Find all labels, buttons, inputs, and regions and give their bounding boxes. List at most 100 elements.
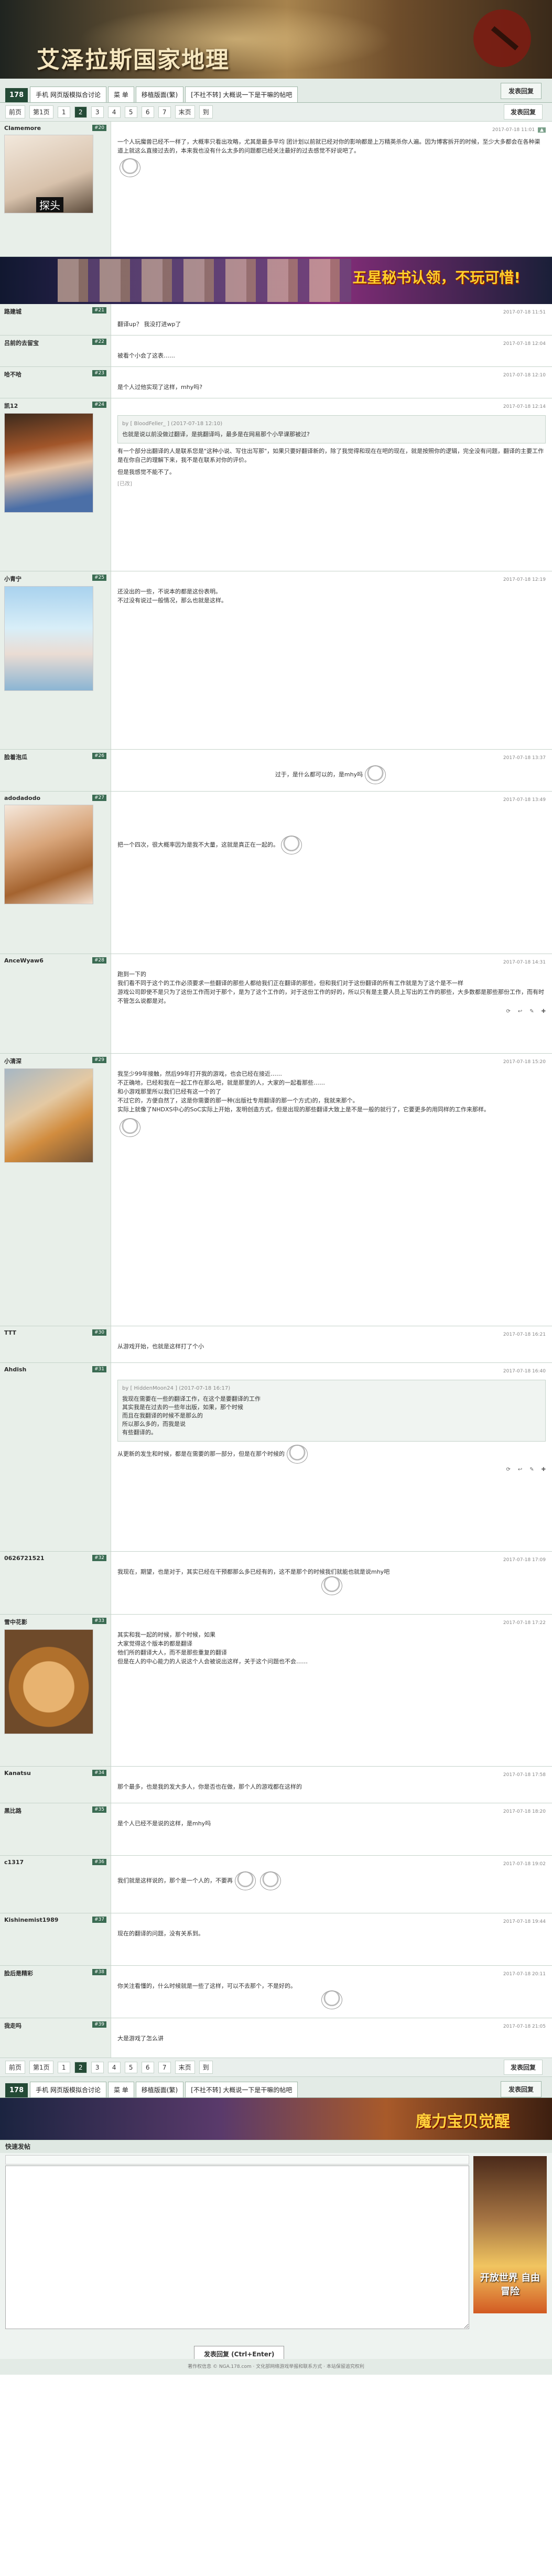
action-icon[interactable]: ↩ [518, 1009, 522, 1014]
username[interactable]: 哈不哈 [4, 370, 106, 378]
pager-item-current[interactable]: 2 [74, 2061, 87, 2073]
pager-item[interactable]: 6 [141, 2061, 154, 2073]
pager-item-current[interactable]: 2 [74, 106, 87, 118]
floor-badge[interactable]: #34 [92, 1770, 106, 1776]
floor-badge[interactable]: #24 [92, 402, 106, 408]
ad-banner-bottom[interactable]: 魔力宝贝觉醒 [0, 2098, 552, 2140]
nav-tab-0[interactable]: 手机 网页版模拟合讨论 [30, 86, 106, 102]
post-row: c1317 #36 2017-07-18 19:02 我们就是这样说的，那个是一个人… [0, 1856, 552, 1913]
floor-badge[interactable]: #36 [92, 1859, 106, 1865]
pager-item[interactable]: 第1页 [29, 2061, 53, 2074]
pager-item[interactable]: 第1页 [29, 105, 53, 118]
pager-item[interactable]: 到 [199, 2061, 213, 2074]
username[interactable]: 小清深 [4, 1057, 106, 1065]
post-text-inner: 从更新的发生和时候，都是在需要的那一部分，但是在那个时候的 [117, 1451, 285, 1457]
floor-badge[interactable]: #31 [92, 1366, 106, 1372]
post-header: 2017-07-18 11:01 ▲ [117, 126, 546, 134]
username[interactable]: 凯12 [4, 402, 106, 410]
floor-badge[interactable]: #27 [92, 795, 106, 801]
nav-tab-2[interactable]: 移植版面(繁) [135, 2082, 184, 2097]
pager-item[interactable]: 前页 [5, 105, 26, 118]
action-icon[interactable]: ↩ [518, 1467, 522, 1473]
floor-badge[interactable]: #26 [92, 753, 106, 759]
floor-badge[interactable]: #21 [92, 307, 106, 313]
pager-item[interactable]: 7 [158, 106, 171, 118]
username[interactable]: adodadodo [4, 795, 106, 802]
floor-badge[interactable]: #33 [92, 1618, 106, 1624]
nav-number[interactable]: 178 [5, 2083, 28, 2097]
nav-tab-2[interactable]: 移植版面(繁) [135, 86, 184, 102]
username[interactable]: Ahdish [4, 1366, 106, 1373]
floor-badge[interactable]: #25 [92, 575, 106, 581]
username[interactable]: TTT [4, 1329, 106, 1336]
username[interactable]: 0626721521 [4, 1555, 106, 1562]
username[interactable]: 小青宁 [4, 575, 106, 583]
action-icon[interactable]: ⟳ [506, 1009, 510, 1014]
pager-item[interactable]: 5 [124, 106, 137, 118]
nav-tab-0[interactable]: 手机 网页版模拟合讨论 [30, 2082, 106, 2097]
pager-item[interactable]: 末页 [175, 2061, 195, 2074]
sticker-icon [260, 1871, 281, 1890]
side-ad[interactable]: 开放世界 自由冒险 [473, 2156, 547, 2313]
username[interactable]: 我走吗 [4, 2021, 106, 2030]
pager-item[interactable]: 到 [199, 105, 213, 118]
pager-item[interactable]: 前页 [5, 2061, 26, 2074]
floor-badge[interactable]: #32 [92, 1555, 106, 1561]
username[interactable]: Kanatsu [4, 1770, 106, 1777]
floor-badge[interactable]: #23 [92, 370, 106, 376]
post-row: 小青宁 #25 2017-07-18 12:19 还没出的一些，不说本的都是这份表明… [0, 571, 552, 750]
username[interactable]: 脸后是精彩 [4, 1969, 106, 1977]
username[interactable]: 路建城 [4, 307, 106, 316]
username[interactable]: 吕前的去留宝 [4, 339, 106, 347]
floor-badge[interactable]: #37 [92, 1917, 106, 1923]
floor-badge[interactable]: #22 [92, 339, 106, 345]
pager-item[interactable]: 3 [91, 2061, 104, 2073]
pager-item[interactable]: 1 [57, 106, 70, 118]
nav-tab-3[interactable]: [不社不转] 大概说一下是干嘛的帖吧 [185, 86, 298, 102]
floor-badge[interactable]: #29 [92, 1057, 106, 1063]
username[interactable]: Kishinemist1989 [4, 1917, 106, 1923]
floor-badge[interactable]: #28 [92, 957, 106, 964]
action-icon[interactable]: ✎ [529, 1467, 534, 1473]
username[interactable]: Clamemore [4, 125, 106, 132]
floor-badge[interactable]: #30 [92, 1329, 106, 1336]
username[interactable]: 黑比路 [4, 1806, 106, 1815]
floor-badge[interactable]: #20 [92, 125, 106, 131]
action-icon[interactable]: ✚ [542, 1467, 546, 1473]
post-button[interactable]: 发表回复 [500, 2081, 542, 2097]
post-button[interactable]: 发表回复 [503, 104, 543, 120]
username[interactable]: AnceWyaw6 [4, 957, 106, 964]
floor-badge[interactable]: #38 [92, 1969, 106, 1975]
reply-textarea[interactable] [5, 2166, 469, 2329]
avatar [4, 1068, 93, 1163]
action-icon[interactable]: ✎ [529, 1009, 534, 1014]
pager-item[interactable]: 4 [107, 2061, 121, 2073]
pager-item[interactable]: 4 [107, 106, 121, 118]
nav-number[interactable]: 178 [5, 88, 28, 102]
pager-item[interactable]: 3 [91, 106, 104, 118]
ad-banner[interactable]: 五星秘书认领，不玩可惜! [0, 257, 552, 304]
pager-item[interactable]: 1 [57, 2061, 70, 2073]
action-icon[interactable]: ⟳ [506, 1467, 510, 1473]
username[interactable]: 脸着泡瓜 [4, 753, 106, 761]
username[interactable]: 雪中花影 [4, 1618, 106, 1626]
action-icon[interactable]: ✚ [542, 1009, 546, 1014]
pager-item[interactable]: 末页 [175, 105, 195, 118]
post-button[interactable]: 发表回复 [500, 83, 542, 99]
post-text: 一个人玩魔兽已经不一样了，大概率只看出攻略，尤其是最多平均 团计划以前就已经对你… [117, 138, 540, 154]
pager-item[interactable]: 6 [141, 106, 154, 118]
nav-tab-1[interactable]: 菜 单 [107, 86, 134, 102]
username[interactable]: c1317 [4, 1859, 106, 1866]
pager-item[interactable]: 7 [158, 2061, 171, 2073]
editor-toolbar[interactable] [5, 2155, 469, 2164]
post-row: 脸后是精彩 #38 2017-07-18 20:11 你关注看懂的，什么时候就是一些… [0, 1966, 552, 2018]
post-button[interactable]: 发表回复 [503, 2060, 543, 2075]
floor-badge[interactable]: #39 [92, 2021, 106, 2028]
navbar-bottom: 178 手机 网页版模拟合讨论 菜 单 移植版面(繁) [不社不转] 大概说一下… [0, 2077, 552, 2098]
pager-item[interactable]: 5 [124, 2061, 137, 2073]
reply-icon[interactable]: ▲ [538, 127, 546, 133]
nav-tab-1[interactable]: 菜 单 [107, 2082, 134, 2097]
navbar: 178 手机 网页版模拟合讨论 菜 单 移植版面(繁) [不社不转] 大概说一下… [0, 79, 552, 103]
floor-badge[interactable]: #35 [92, 1806, 106, 1813]
nav-tab-3[interactable]: [不社不转] 大概说一下是干嘛的帖吧 [185, 2082, 298, 2097]
